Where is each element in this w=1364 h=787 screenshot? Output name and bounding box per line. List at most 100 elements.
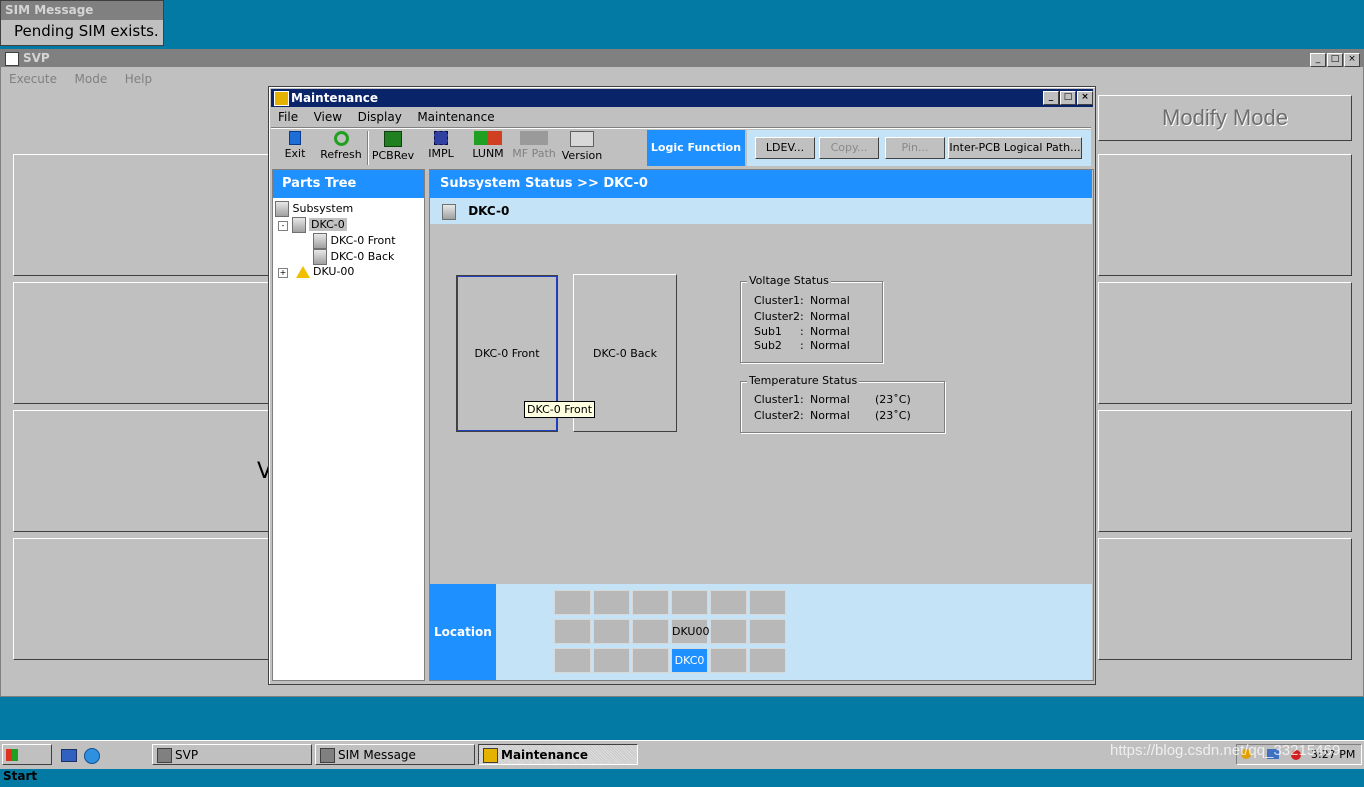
svp-task-icon [157, 748, 172, 763]
toolbar-separator [271, 127, 1091, 129]
dkc-back-icon [313, 249, 327, 265]
start-button[interactable]: Start [2, 744, 52, 783]
location-cell [710, 648, 747, 673]
svp-menu-help[interactable]: Help [125, 72, 152, 86]
status-header: Subsystem Status >> DKC-0 [430, 170, 1092, 198]
location-cell [632, 619, 669, 644]
inter-pcb-logical-path-button[interactable]: Inter-PCB Logical Path... [948, 137, 1082, 159]
location-cell [554, 590, 591, 615]
svp-panel-1[interactable] [13, 154, 270, 276]
location-cell [632, 648, 669, 673]
version-button[interactable]: Version [560, 131, 604, 162]
parts-tree-header: Parts Tree [273, 170, 424, 198]
temperature-row-cluster2: Cluster2: Normal (23˚C) [754, 409, 911, 422]
taskbar-svp[interactable]: SVP [152, 744, 312, 765]
location-cell [554, 619, 591, 644]
warning-icon [295, 266, 310, 278]
toolbar-divider [367, 131, 369, 165]
voltage-row-cluster2: Cluster2: Normal [754, 310, 850, 323]
sim-message-text: Pending SIM exists. [14, 22, 159, 40]
location-cell[interactable]: DKC0 [671, 648, 708, 673]
exit-icon [289, 131, 301, 145]
tree-node-subsystem[interactable]: Subsystem [275, 201, 353, 217]
svp-title-bar: SVP [1, 50, 1363, 67]
svp-maximize-button[interactable]: □ [1327, 53, 1343, 67]
tree-node-dkc-0-back[interactable]: DKC-0 Back [313, 249, 394, 265]
tree-node-dkc-0-front[interactable]: DKC-0 Front [313, 233, 396, 249]
svp-right-panel-2[interactable] [1098, 282, 1352, 404]
refresh-icon [333, 131, 349, 146]
parts-tree-panel: Parts Tree Subsystem - DKC-0 DKC-0 Front… [272, 169, 425, 681]
svp-right-panel-3[interactable] [1098, 410, 1352, 532]
svp-right-panel-1[interactable] [1098, 154, 1352, 276]
exit-button[interactable]: Exit [273, 131, 317, 160]
watermark: https://blog.csdn.net/qq_33215469 [1110, 742, 1341, 759]
svp-menu-execute[interactable]: Execute [9, 72, 57, 86]
maintenance-minimize-button[interactable]: _ [1043, 91, 1059, 105]
menu-view[interactable]: View [314, 110, 342, 124]
location-label: Location [430, 584, 496, 680]
sim-task-icon [320, 748, 335, 763]
windows-logo-icon [6, 749, 18, 761]
dkc-front-icon [313, 233, 327, 249]
maintenance-close-button[interactable]: × [1077, 91, 1093, 105]
maintenance-menubar: File View Display Maintenance [278, 110, 507, 124]
copy-button: Copy... [819, 137, 879, 159]
refresh-button[interactable]: Refresh [319, 131, 363, 161]
location-cell [632, 590, 669, 615]
taskbar-sim-message[interactable]: SIM Message [315, 744, 475, 765]
impl-button[interactable]: IMPL [419, 131, 463, 160]
modify-mode-button[interactable]: Modify Mode [1098, 95, 1352, 141]
taskbar-maintenance[interactable]: Maintenance [478, 744, 638, 765]
maintenance-title-bar: Maintenance _ □ × [271, 89, 1093, 107]
location-cell[interactable]: DKU00 [671, 619, 709, 644]
status-subheader: DKC-0 [430, 198, 1092, 224]
dkc-subheader-icon [442, 203, 456, 220]
subsystem-status-panel: Subsystem Status >> DKC-0 DKC-0 DKC-0 Fr… [429, 169, 1094, 681]
mf-path-icon [520, 131, 548, 145]
tree-node-dkc-0[interactable]: - DKC-0 [278, 217, 347, 233]
maintenance-maximize-button[interactable]: □ [1060, 91, 1076, 105]
temperature-status-title: Temperature Status [747, 374, 860, 387]
dkc-icon [291, 217, 306, 233]
show-desktop-icon[interactable] [61, 749, 77, 762]
location-cell [710, 590, 747, 615]
location-cell [710, 619, 747, 644]
sim-message-title: SIM Message [1, 1, 163, 20]
svp-panel-4[interactable] [13, 538, 270, 660]
chip-icon [434, 131, 448, 145]
location-bar: Location DKU00 DKC0 [430, 584, 1092, 680]
mf-path-button: MF Path [512, 131, 556, 160]
collapse-icon[interactable]: - [278, 221, 288, 231]
menu-maintenance[interactable]: Maintenance [417, 110, 494, 124]
svp-minimize-button[interactable]: _ [1310, 53, 1326, 67]
location-cell [749, 590, 786, 615]
pin-button: Pin... [885, 137, 945, 159]
sim-message-window[interactable]: SIM Message Pending SIM exists. [0, 0, 164, 46]
svp-close-button[interactable]: × [1344, 53, 1360, 67]
svp-right-panel-4[interactable] [1098, 538, 1352, 660]
maintenance-app-icon [274, 91, 289, 106]
tree-node-dku-00[interactable]: + DKU-00 [278, 265, 354, 278]
pcbrev-button[interactable]: PCBRev [371, 131, 415, 162]
svp-menu-mode[interactable]: Mode [75, 72, 108, 86]
voltage-status-title: Voltage Status [747, 274, 831, 287]
svp-panel-3[interactable]: V [13, 410, 272, 532]
voltage-row-sub2: Sub2: Normal [754, 339, 850, 352]
menu-file[interactable]: File [278, 110, 298, 124]
taskbar: Start SVP SIM Message Maintenance 3:27 P… [0, 740, 1364, 783]
location-cell [593, 648, 630, 673]
version-icon [570, 131, 594, 147]
maintenance-task-icon [483, 748, 498, 763]
menu-display[interactable]: Display [358, 110, 402, 124]
internet-explorer-icon[interactable] [84, 748, 100, 764]
temperature-row-cluster1: Cluster1: Normal (23˚C) [754, 393, 911, 406]
svp-panel-2[interactable] [13, 282, 270, 404]
tooltip: DKC-0 Front [524, 401, 596, 418]
ldev-button[interactable]: LDEV... [755, 137, 815, 159]
logic-function-label: Logic Function [647, 130, 745, 166]
lunm-button[interactable]: LUNM [466, 131, 510, 160]
svp-title: SVP [23, 51, 50, 65]
expand-icon[interactable]: + [278, 268, 288, 278]
maintenance-window: Maintenance _ □ × File View Display Main… [268, 86, 1096, 685]
